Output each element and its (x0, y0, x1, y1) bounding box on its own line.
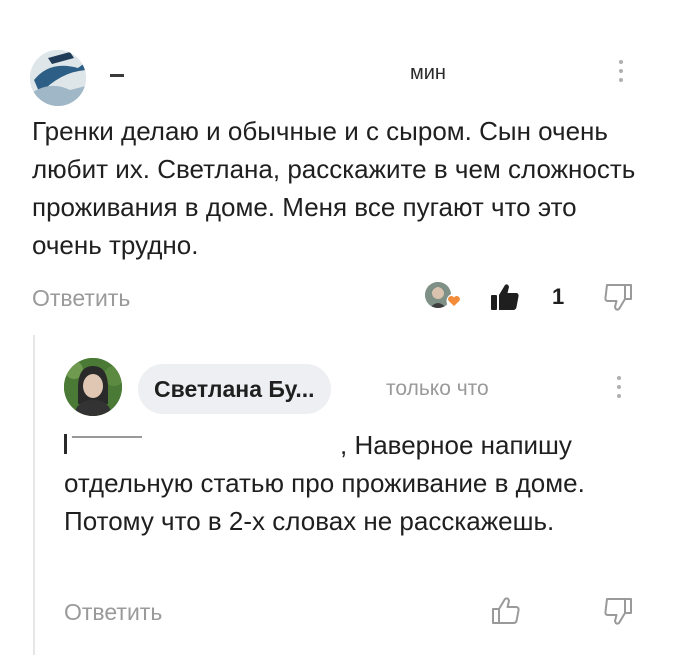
avatar[interactable] (64, 358, 122, 416)
redacted-author-name (90, 58, 408, 88)
kebab-menu-icon[interactable] (610, 56, 632, 86)
thumbs-down-outline-icon[interactable] (602, 280, 636, 314)
comment-author[interactable]: мин (90, 58, 480, 88)
thumbs-up-filled-icon[interactable] (488, 280, 522, 314)
thumbs-down-outline-icon[interactable] (602, 594, 636, 628)
like-count: 1 (552, 284, 565, 309)
heart-icon (446, 293, 462, 309)
kebab-menu-icon[interactable] (608, 372, 630, 402)
comment-text: Гренки делаю и обычные и с сыром. Сын оч… (32, 116, 636, 260)
reply-button[interactable]: Ответить (64, 597, 162, 627)
reply-button[interactable]: Ответить (32, 283, 130, 313)
thumbs-up-outline-icon[interactable] (488, 594, 522, 628)
author-name-pill[interactable]: Светлана Бу... (138, 364, 331, 414)
comment-author: Светлана Бу... (154, 375, 315, 402)
thread-line (33, 335, 35, 655)
author-name-fragment: мин (410, 62, 446, 84)
redacted-mention (64, 430, 340, 458)
comment-timestamp: только что (386, 377, 489, 400)
avatar[interactable] (30, 50, 86, 106)
comment-text: , Наверное напишу отдельную статью про п… (64, 426, 649, 540)
